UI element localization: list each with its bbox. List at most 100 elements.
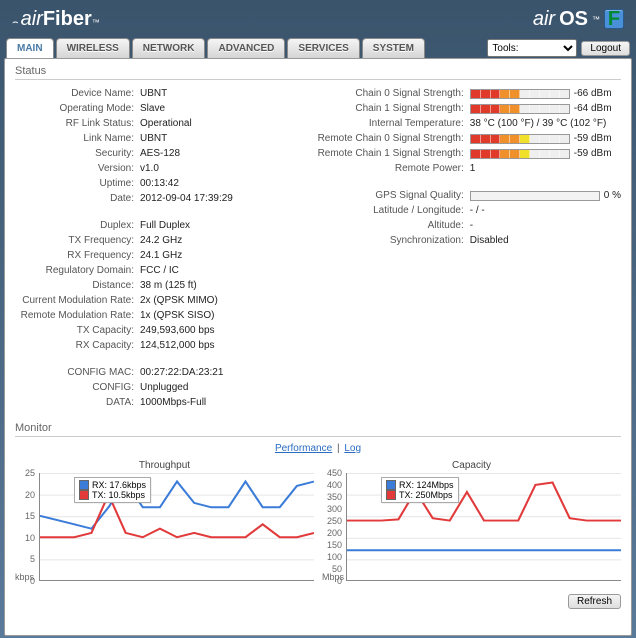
row-distance: Distance:38 m (125 ft) xyxy=(15,278,300,293)
row-internal-temp: Internal Temperature:38 °C (100 °F) / 39… xyxy=(310,116,621,131)
row-uptime: Uptime:00:13:42 xyxy=(15,176,300,191)
row-synchronization: Synchronization:Disabled xyxy=(310,233,621,248)
row-config: CONFIG:Unplugged xyxy=(15,380,300,395)
legend-tx-label: TX: 10.5kbps xyxy=(92,490,145,500)
label: Remote Modulation Rate: xyxy=(15,310,140,321)
label: Remote Chain 1 Signal Strength: xyxy=(310,148,470,159)
chart-title: Throughput xyxy=(15,460,314,471)
value: 2012-09-04 17:39:29 xyxy=(140,193,233,204)
chart-capacity: Capacity 050100150200250300350400450 RX:… xyxy=(322,460,621,590)
logo-airfiber: ⌢ air Fiber ™ xyxy=(12,8,100,31)
signal-bar-icon xyxy=(470,134,570,144)
row-rx-frequency: RX Frequency:24.1 GHz xyxy=(15,248,300,263)
label: Altitude: xyxy=(310,220,470,231)
wifi-icon: ⌢ xyxy=(12,17,19,28)
tab-wireless[interactable]: WIRELESS xyxy=(56,38,130,58)
monitor-section-title: Monitor xyxy=(15,422,621,437)
label: Operating Mode: xyxy=(15,103,140,114)
label: Distance: xyxy=(15,280,140,291)
chart-area: RX: 124Mbps TX: 250Mbps xyxy=(346,473,621,581)
logo-os-text: OS xyxy=(559,8,588,31)
row-link-name: Link Name:UBNT xyxy=(15,131,300,146)
logout-button[interactable]: Logout xyxy=(581,41,630,56)
value: - / - xyxy=(470,205,485,216)
value: FCC / IC xyxy=(140,265,179,276)
value: 0 % xyxy=(604,190,621,201)
label: Internal Temperature: xyxy=(310,118,470,129)
value: 00:27:22:DA:23:21 xyxy=(140,367,223,378)
row-rx-capacity: RX Capacity:124,512,000 bps xyxy=(15,338,300,353)
tab-services[interactable]: SERVICES xyxy=(287,38,359,58)
row-security: Security:AES-128 xyxy=(15,146,300,161)
logo-airos: air OS ™ F xyxy=(533,8,624,31)
value: Unplugged xyxy=(140,382,188,393)
signal-bar-icon xyxy=(470,89,570,99)
link-performance[interactable]: Performance xyxy=(275,443,332,454)
label: Duplex: xyxy=(15,220,140,231)
value: 1000Mbps-Full xyxy=(140,397,206,408)
label: RF Link Status: xyxy=(15,118,140,129)
label: Chain 0 Signal Strength: xyxy=(310,88,470,99)
chart-legend: RX: 124Mbps TX: 250Mbps xyxy=(381,477,459,503)
link-log[interactable]: Log xyxy=(344,443,361,454)
label: Remote Chain 0 Signal Strength: xyxy=(310,133,470,144)
tab-advanced[interactable]: ADVANCED xyxy=(207,38,285,58)
x-unit-label: Mbps xyxy=(322,572,344,582)
chart-area: RX: 17.6kbps TX: 10.5kbps xyxy=(39,473,314,581)
label: TX Capacity: xyxy=(15,325,140,336)
tools-select[interactable]: Tools: xyxy=(487,39,577,57)
label: RX Frequency: xyxy=(15,250,140,261)
label: Link Name: xyxy=(15,133,140,144)
value: UBNT xyxy=(140,133,167,144)
label: Latitude / Longitude: xyxy=(310,205,470,216)
value: 2x (QPSK MIMO) xyxy=(140,295,218,306)
label: Security: xyxy=(15,148,140,159)
status-section-title: Status xyxy=(15,65,621,80)
row-date: Date:2012-09-04 17:39:29 xyxy=(15,191,300,206)
y-axis-labels: 050100150200250300350400450 xyxy=(322,473,344,581)
chart-title: Capacity xyxy=(322,460,621,471)
value: 1 xyxy=(470,163,476,174)
row-remote-chain0: Remote Chain 0 Signal Strength: -59 dBm xyxy=(310,131,621,146)
row-regulatory-domain: Regulatory Domain:FCC / IC xyxy=(15,263,300,278)
row-data: DATA:1000Mbps-Full xyxy=(15,395,300,410)
row-duplex: Duplex:Full Duplex xyxy=(15,218,300,233)
row-tx-frequency: TX Frequency:24.2 GHz xyxy=(15,233,300,248)
value: -66 dBm xyxy=(574,88,612,99)
row-lat-lon: Latitude / Longitude:- / - xyxy=(310,203,621,218)
charts-row: Throughput 0510152025 RX: 17.6kbps TX: 1… xyxy=(15,460,621,590)
tm-icon: ™ xyxy=(92,18,100,27)
row-operating-mode: Operating Mode:Slave xyxy=(15,101,300,116)
value: 38 °C (100 °F) / 39 °C (102 °F) xyxy=(470,118,607,129)
main-panel: Status Device Name: UBNT Operating Mode:Sl… xyxy=(4,58,632,636)
value: - xyxy=(470,220,473,231)
tab-system[interactable]: SYSTEM xyxy=(362,38,425,58)
label: Chain 1 Signal Strength: xyxy=(310,103,470,114)
value: 1x (QPSK SISO) xyxy=(140,310,214,321)
logo-fiber-text: Fiber xyxy=(43,8,92,31)
value: -59 dBm xyxy=(574,133,612,144)
f-badge-icon: F xyxy=(604,9,624,29)
tm-icon: ™ xyxy=(592,15,600,24)
header: ⌢ air Fiber ™ air OS ™ F xyxy=(0,0,636,38)
label: TX Frequency: xyxy=(15,235,140,246)
chart-legend: RX: 17.6kbps TX: 10.5kbps xyxy=(74,477,151,503)
row-gps-quality: GPS Signal Quality:0 % xyxy=(310,188,621,203)
label: RX Capacity: xyxy=(15,340,140,351)
label: Synchronization: xyxy=(310,235,470,246)
tab-network[interactable]: NETWORK xyxy=(132,38,206,58)
tab-main[interactable]: MAIN xyxy=(6,38,54,58)
label: Device Name: xyxy=(15,88,140,99)
signal-bar-icon xyxy=(470,104,570,114)
label: CONFIG MAC: xyxy=(15,367,140,378)
row-rf-link-status: RF Link Status:Operational xyxy=(15,116,300,131)
row-altitude: Altitude:- xyxy=(310,218,621,233)
legend-tx-label: TX: 250Mbps xyxy=(399,490,453,500)
row-version: Version:v1.0 xyxy=(15,161,300,176)
status-col-left: Device Name:UBNTOperating Mode:SlaveRF L… xyxy=(15,86,300,410)
legend-tx-icon xyxy=(386,490,396,500)
label: CONFIG: xyxy=(15,382,140,393)
refresh-button[interactable]: Refresh xyxy=(568,594,621,609)
legend-rx-icon xyxy=(79,480,89,490)
value: 00:13:42 xyxy=(140,178,179,189)
